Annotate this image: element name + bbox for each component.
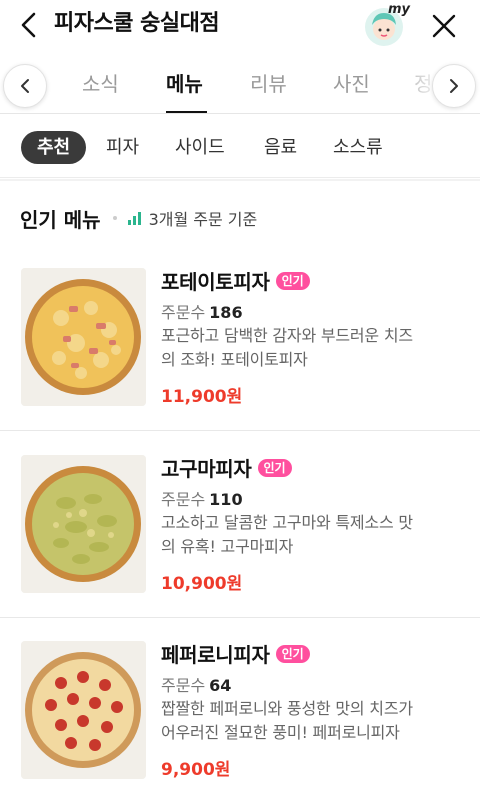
item-description: 짭짤한 페퍼로니와 풍성한 맛의 치즈가 어우러진 절묘한 풍미! 페퍼로니피자: [161, 697, 461, 745]
order-count-label: 주문수: [161, 490, 206, 509]
item-description: 고소하고 달콤한 고구마와 특제소스 맛 의 유혹! 고구마피자: [161, 511, 461, 559]
popular-menu-header: 인기 메뉴 3개월 주문 기준: [20, 204, 257, 232]
chevron-left-icon: [21, 12, 36, 38]
chip-side[interactable]: 사이드: [175, 131, 225, 164]
chip-pizza[interactable]: 피자: [106, 131, 139, 164]
my-profile-button[interactable]: my: [362, 2, 411, 47]
bar-chart-icon: [127, 212, 141, 225]
tabs-scroll-left-button[interactable]: [3, 64, 47, 108]
popular-badge: 인기: [257, 458, 292, 477]
close-button[interactable]: [426, 8, 462, 44]
tab-reviews[interactable]: 리뷰: [250, 68, 287, 97]
store-header: 피자스쿨 숭실대점 my: [0, 0, 480, 50]
avatar-label: my: [388, 2, 411, 17]
order-count-label: 주문수: [161, 676, 206, 695]
item-price: 9,900원: [161, 760, 231, 780]
order-count: 주문수 64: [161, 672, 231, 696]
chip-drinks[interactable]: 음료: [264, 131, 297, 164]
tab-menu[interactable]: 메뉴: [166, 68, 203, 97]
page-title: 피자스쿨 숭실대점: [54, 11, 220, 36]
description-line-2: 어우러진 절묘한 풍미! 페퍼로니피자: [161, 723, 400, 742]
description-line-1: 짭짤한 페퍼로니와 풍성한 맛의 치즈가: [161, 699, 413, 718]
order-count: 주문수 110: [161, 486, 243, 510]
description-line-1: 고소하고 달콤한 고구마와 특제소스 맛: [161, 513, 413, 532]
item-price: 10,900원: [161, 574, 243, 594]
description-line-2: 의 조화! 포테이토피자: [161, 350, 308, 369]
chip-sauces[interactable]: 소스류: [333, 131, 383, 164]
item-description: 포근하고 담백한 감자와 부드러운 치즈 의 조화! 포테이토피자: [161, 324, 461, 372]
tab-news[interactable]: 소식: [82, 68, 119, 97]
popular-badge: 인기: [275, 644, 310, 663]
back-button[interactable]: [12, 8, 46, 42]
chevron-left-icon: [21, 79, 29, 93]
item-name-row: 페퍼로니피자 인기: [161, 639, 310, 668]
sweet-potato-pizza-image: [21, 455, 146, 593]
order-count-value: 186: [209, 303, 243, 322]
item-price: 11,900원: [161, 387, 243, 407]
active-tab-indicator: [166, 111, 207, 113]
order-basis-label: 3개월 주문 기준: [148, 210, 258, 229]
order-count-value: 64: [209, 676, 232, 695]
category-chips: 추천 피자 사이드 음료 소스류: [0, 116, 480, 178]
section-title: 인기 메뉴: [20, 207, 101, 232]
item-divider: [0, 617, 480, 618]
order-count-value: 110: [209, 490, 243, 509]
tab-photos[interactable]: 사진: [333, 68, 370, 97]
separator-dot: [112, 216, 117, 220]
item-name: 페퍼로니피자: [161, 643, 270, 667]
item-name: 고구마피자: [161, 457, 252, 481]
order-count: 주문수 186: [161, 299, 243, 323]
item-name: 포테이토피자: [161, 270, 270, 294]
close-icon: [432, 14, 456, 38]
order-count-label: 주문수: [161, 303, 206, 322]
chip-recommended[interactable]: 추천: [21, 131, 87, 164]
potato-pizza-image: [21, 268, 146, 406]
description-line-1: 포근하고 담백한 감자와 부드러운 치즈: [161, 326, 413, 345]
item-divider: [0, 430, 480, 431]
section-divider: [0, 179, 480, 181]
popular-badge: 인기: [275, 271, 310, 290]
description-line-2: 의 유혹! 고구마피자: [161, 537, 294, 556]
store-tabs: 소식 메뉴 리뷰 사진 정: [0, 54, 480, 114]
tabs-scroll-right-button[interactable]: [432, 64, 476, 108]
pepperoni-pizza-image: [21, 641, 146, 779]
chevron-right-icon: [450, 79, 458, 93]
item-name-row: 고구마피자 인기: [161, 453, 292, 482]
item-name-row: 포테이토피자 인기: [161, 266, 310, 295]
